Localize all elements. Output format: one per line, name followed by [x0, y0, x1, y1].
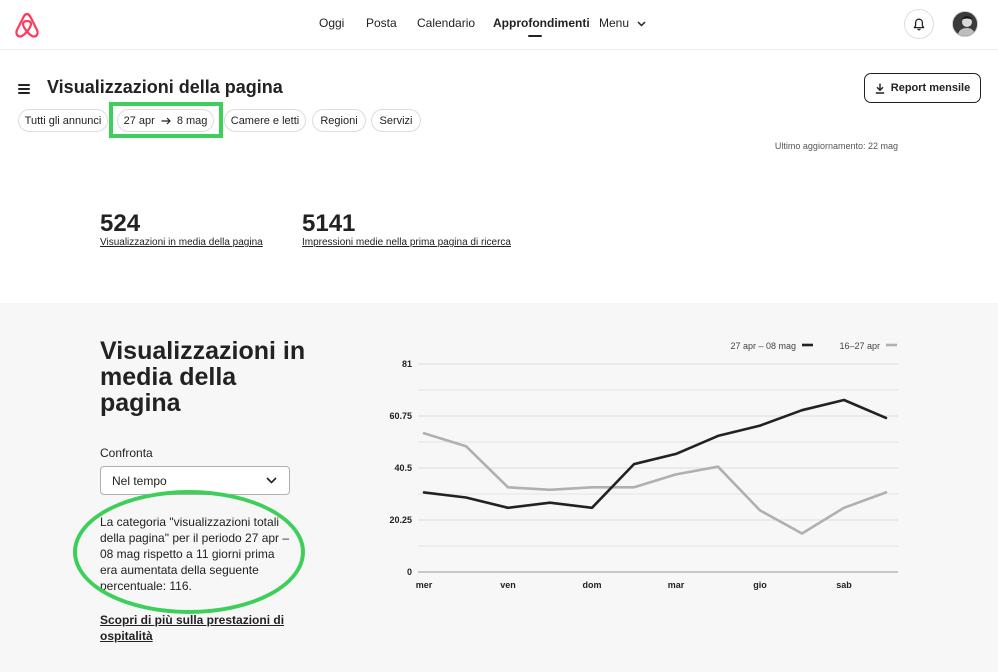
y-tick-label: 0	[407, 567, 412, 577]
nav-item-posta[interactable]: Posta	[366, 16, 397, 30]
metric-impressions-value: 5141	[302, 210, 356, 237]
date-to: 8 mag	[176, 114, 208, 127]
views-line-chart: 27 apr – 08 mag 16–27 apr 81 60.75 40.5 20.2…	[389, 341, 898, 590]
main-nav: Oggi Posta Calendario Approfondimenti Me…	[0, 0, 998, 50]
y-tick-label: 60.75	[389, 411, 412, 421]
report-button-label: Report mensile	[890, 82, 971, 94]
metric-avg-views-link[interactable]: Visualizzazioni in media della pagina	[100, 237, 263, 248]
notifications-button[interactable]	[904, 9, 934, 39]
x-tick-label: gio	[753, 580, 767, 590]
section-title: Visualizzazioni in media della pagina	[100, 337, 306, 417]
nav-item-approfondimenti[interactable]: Approfondimenti	[493, 16, 590, 30]
comparison-description: La categoria "visualizzazioni totali del…	[100, 515, 290, 593]
compare-select[interactable]: Nel tempo	[100, 466, 290, 495]
nav-item-calendario[interactable]: Calendario	[417, 16, 475, 30]
nav-item-menu[interactable]: Menu	[599, 16, 646, 30]
y-tick-label: 81	[402, 359, 412, 369]
metric-impressions-link[interactable]: Impressioni medie nella prima pagina di …	[302, 237, 511, 248]
date-from: 27 apr	[123, 114, 155, 127]
filter-rooms-beds[interactable]: Camere e letti	[224, 109, 306, 132]
hamburger-menu-icon[interactable]	[18, 84, 30, 94]
report-download-button[interactable]: Report mensile	[864, 73, 981, 103]
nav-menu-label: Menu	[599, 16, 630, 30]
filter-all-listings[interactable]: Tutti gli annunci	[18, 109, 108, 132]
legend-label: 27 apr – 08 mag	[730, 341, 796, 351]
filter-date-range[interactable]: 27 apr 8 mag	[117, 109, 214, 132]
bell-icon	[913, 18, 925, 30]
page-title: Visualizzazioni della pagina	[47, 77, 283, 97]
arrow-right-icon	[161, 117, 171, 124]
filter-services[interactable]: Servizi	[371, 109, 421, 132]
x-tick-label: dom	[583, 580, 602, 590]
top-navigation-bar: Oggi Posta Calendario Approfondimenti Me…	[0, 0, 998, 50]
metric-avg-views-value: 524	[100, 210, 141, 237]
y-tick-label: 20.25	[389, 515, 412, 525]
x-tick-label: sab	[836, 580, 852, 590]
chevron-down-icon	[637, 21, 646, 27]
filter-regions[interactable]: Regioni	[312, 109, 366, 132]
y-tick-label: 40.5	[394, 463, 412, 473]
chevron-down-icon	[266, 477, 277, 484]
compare-label: Confronta	[100, 446, 153, 460]
last-update-text: Ultimo aggiornamento: 22 mag	[774, 141, 898, 151]
nav-item-oggi[interactable]: Oggi	[319, 16, 344, 30]
download-icon	[875, 83, 884, 94]
active-nav-indicator	[528, 35, 542, 37]
user-avatar[interactable]	[952, 11, 978, 37]
x-tick-label: mer	[416, 580, 433, 590]
legend-label: 16–27 apr	[839, 341, 880, 351]
compare-select-value: Nel tempo	[112, 473, 167, 488]
x-tick-label: mar	[668, 580, 685, 590]
series-line	[422, 432, 888, 535]
learn-more-link[interactable]: Scopri di più sulla prestazioni di ospit…	[100, 612, 290, 644]
x-tick-label: ven	[500, 580, 516, 590]
